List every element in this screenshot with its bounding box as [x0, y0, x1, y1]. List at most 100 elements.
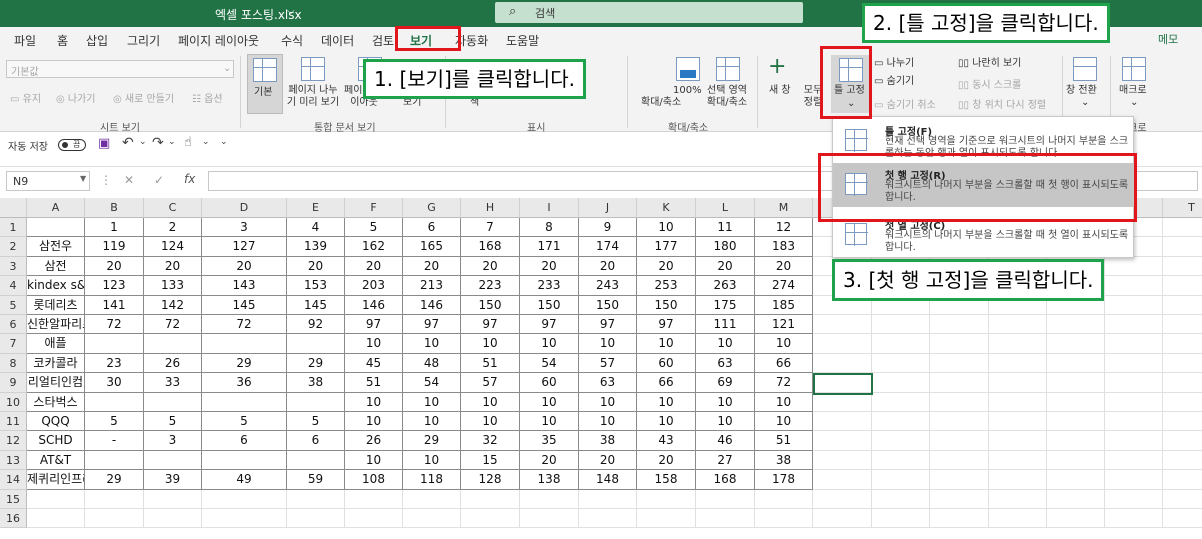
- table-cell[interactable]: [287, 334, 345, 354]
- table-cell[interactable]: [1047, 470, 1105, 490]
- tab-insert[interactable]: 삽입: [86, 32, 108, 49]
- table-cell[interactable]: 146: [403, 295, 461, 315]
- table-cell[interactable]: [202, 334, 287, 354]
- zoom-button[interactable]: 확대/축소: [641, 97, 681, 109]
- table-cell[interactable]: 66: [637, 373, 696, 393]
- zoom-100-button[interactable]: 100%: [673, 85, 702, 97]
- table-cell[interactable]: 253: [637, 276, 696, 296]
- row-header[interactable]: 2: [0, 237, 27, 257]
- table-cell[interactable]: 150: [579, 295, 637, 315]
- table-cell[interactable]: [813, 470, 872, 490]
- table-cell[interactable]: [755, 489, 813, 509]
- row-header[interactable]: 13: [0, 450, 27, 471]
- reset-window-button[interactable]: ▯▯ 창 위치 다시 정렬: [958, 96, 1046, 111]
- table-cell[interactable]: 38: [755, 450, 813, 471]
- table-cell[interactable]: [579, 509, 637, 529]
- table-cell[interactable]: 150: [637, 295, 696, 315]
- chevron-down-icon[interactable]: ▼: [80, 174, 86, 183]
- table-cell[interactable]: 97: [461, 315, 520, 335]
- table-cell[interactable]: [930, 315, 989, 335]
- table-cell[interactable]: [872, 334, 930, 354]
- table-cell[interactable]: 49: [202, 470, 287, 490]
- table-cell[interactable]: [989, 315, 1047, 335]
- table-cell[interactable]: 97: [345, 315, 403, 335]
- table-cell[interactable]: [1047, 315, 1105, 335]
- table-cell[interactable]: [1163, 257, 1202, 277]
- table-cell[interactable]: [1163, 218, 1202, 238]
- table-cell[interactable]: [1163, 509, 1202, 529]
- row-header[interactable]: 15: [0, 489, 27, 509]
- table-cell[interactable]: [85, 450, 144, 471]
- table-cell[interactable]: 롯데리츠: [27, 295, 85, 315]
- row-header[interactable]: 9: [0, 373, 27, 393]
- table-cell[interactable]: [85, 392, 144, 412]
- table-cell[interactable]: 97: [403, 315, 461, 335]
- table-cell[interactable]: [813, 431, 872, 451]
- table-cell[interactable]: 263: [696, 276, 755, 296]
- table-cell[interactable]: [872, 392, 930, 412]
- table-cell[interactable]: [1105, 509, 1163, 529]
- table-cell[interactable]: 185: [755, 295, 813, 315]
- table-cell[interactable]: 60: [520, 373, 579, 393]
- table-cell[interactable]: 139: [287, 237, 345, 257]
- table-cell[interactable]: [637, 509, 696, 529]
- chevron-down-icon[interactable]: ⌄: [139, 137, 147, 147]
- table-cell[interactable]: 10: [345, 450, 403, 471]
- table-cell[interactable]: 10: [579, 334, 637, 354]
- table-cell[interactable]: 20: [85, 256, 144, 277]
- table-cell[interactable]: 10: [461, 412, 520, 432]
- table-cell[interactable]: 51: [461, 353, 520, 374]
- table-cell[interactable]: QQQ: [27, 412, 85, 432]
- table-cell[interactable]: 6: [202, 431, 287, 451]
- table-cell[interactable]: [989, 489, 1047, 509]
- table-cell[interactable]: [1163, 373, 1202, 393]
- table-cell[interactable]: 20: [579, 450, 637, 471]
- undo-icon[interactable]: ↶: [122, 135, 134, 151]
- table-cell[interactable]: 20: [520, 256, 579, 277]
- table-cell[interactable]: [989, 431, 1047, 451]
- table-cell[interactable]: 10: [345, 412, 403, 432]
- table-cell[interactable]: [989, 373, 1047, 393]
- table-cell[interactable]: [202, 489, 287, 509]
- table-cell[interactable]: [403, 489, 461, 509]
- table-cell[interactable]: 스타벅스: [27, 392, 85, 412]
- table-cell[interactable]: 애플: [27, 334, 85, 354]
- table-cell[interactable]: 63: [579, 373, 637, 393]
- table-cell[interactable]: 150: [520, 295, 579, 315]
- table-cell[interactable]: 3: [144, 431, 202, 451]
- table-cell[interactable]: 165: [403, 237, 461, 257]
- table-cell[interactable]: 153: [287, 276, 345, 296]
- table-cell[interactable]: 29: [287, 353, 345, 374]
- row-header[interactable]: 14: [0, 470, 27, 490]
- chevron-down-icon[interactable]: ⌄: [168, 137, 176, 147]
- row-header[interactable]: 3: [0, 256, 27, 277]
- table-cell[interactable]: 20: [144, 256, 202, 277]
- table-cell[interactable]: [1163, 412, 1202, 432]
- table-cell[interactable]: [287, 392, 345, 412]
- table-cell[interactable]: 92: [287, 315, 345, 335]
- table-cell[interactable]: 20: [696, 256, 755, 277]
- table-cell[interactable]: 20: [403, 256, 461, 277]
- table-cell[interactable]: 203: [345, 276, 403, 296]
- table-cell[interactable]: 243: [579, 276, 637, 296]
- table-cell[interactable]: 141: [85, 295, 144, 315]
- table-cell[interactable]: kindex s&p: [27, 276, 85, 296]
- table-cell[interactable]: [1105, 412, 1163, 432]
- table-cell[interactable]: 38: [287, 373, 345, 393]
- tab-page-layout[interactable]: 페이지 레이아웃: [178, 32, 259, 49]
- normal-view-button[interactable]: 기본: [247, 54, 283, 114]
- table-cell[interactable]: [813, 315, 872, 335]
- table-cell[interactable]: 33: [144, 373, 202, 393]
- table-cell[interactable]: 46: [696, 431, 755, 451]
- table-cell[interactable]: 177: [637, 237, 696, 257]
- table-cell[interactable]: [1163, 237, 1202, 257]
- table-cell[interactable]: 178: [755, 470, 813, 490]
- table-cell[interactable]: 51: [345, 373, 403, 393]
- table-cell[interactable]: 150: [461, 295, 520, 315]
- table-cell[interactable]: 10: [637, 412, 696, 432]
- touch-mode-icon[interactable]: ☝: [184, 135, 192, 150]
- table-cell[interactable]: 7: [461, 218, 520, 238]
- table-cell[interactable]: 5: [144, 412, 202, 432]
- table-cell[interactable]: [930, 489, 989, 509]
- table-cell[interactable]: [1105, 334, 1163, 354]
